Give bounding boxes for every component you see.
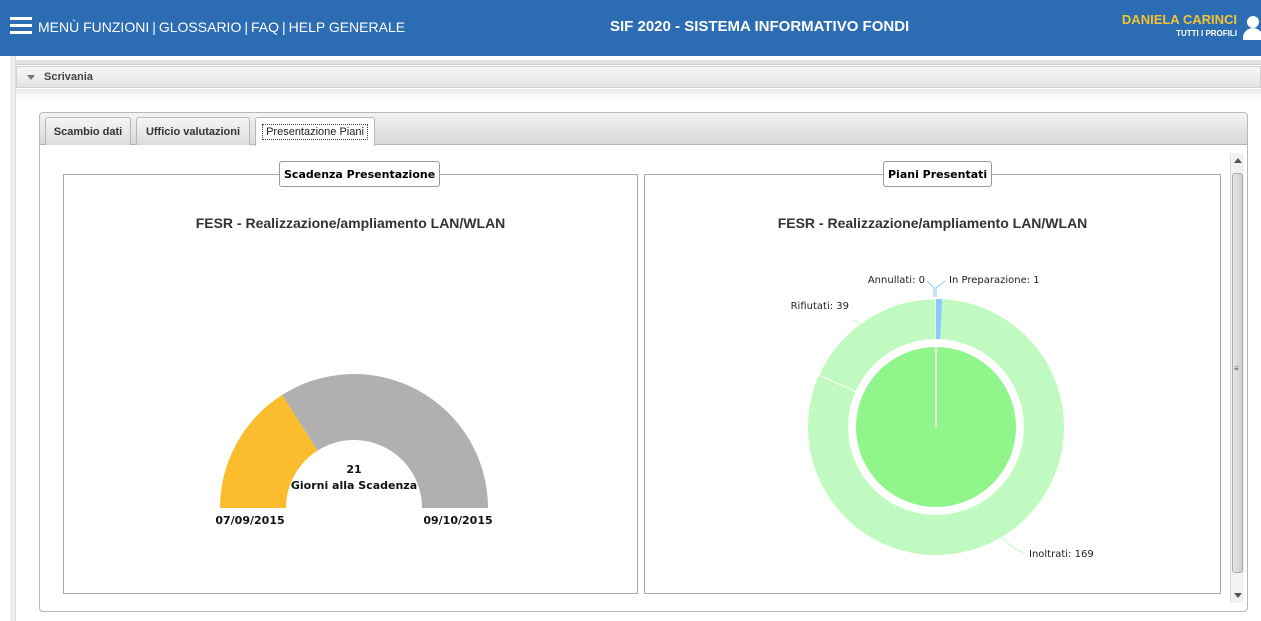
tab-presentazione-piani[interactable]: Presentazione Piani xyxy=(255,117,375,146)
tab-content: Scadenza Presentazione FESR - Realizzazi… xyxy=(40,146,1230,611)
gauge-value: 21 xyxy=(346,463,361,476)
top-header: MENÙ FUNZIONI | GLOSSARIO | FAQ | HELP GENERAL… xyxy=(0,0,1261,56)
grip-icon: ≡ xyxy=(1234,364,1239,373)
nav-glossario[interactable]: GLOSSARIO xyxy=(159,19,241,35)
tab-label: Presentazione Piani xyxy=(262,124,368,140)
scadenza-chart-box: Scadenza Presentazione FESR - Realizzazi… xyxy=(63,161,638,594)
user-name[interactable]: DANIELA CARINCI xyxy=(1122,12,1237,27)
nav-menu-funzioni[interactable]: MENÙ FUNZIONI xyxy=(38,19,149,35)
collapsed-toolbar xyxy=(16,60,1261,65)
top-navigation: MENÙ FUNZIONI | GLOSSARIO | FAQ | HELP GENERAL… xyxy=(38,19,406,35)
tab-scambio-dati[interactable]: Scambio dati xyxy=(45,117,131,145)
hamburger-menu-icon[interactable] xyxy=(10,17,32,35)
piani-chart-box: Piani Presentati FESR - Realizzazione/am… xyxy=(644,161,1221,594)
label-in-preparazione: In Preparazione: 1 xyxy=(949,275,1040,286)
section-title: Scrivania xyxy=(44,71,93,83)
connector-in-preparazione xyxy=(935,280,946,297)
label-annullati: Annullati: 0 xyxy=(868,275,925,286)
section-scrivania[interactable]: Scrivania xyxy=(16,66,1261,88)
pie-chart: Annullati: 0 In Preparazione: 1 Rifiutat… xyxy=(791,275,1094,560)
tab-ufficio-valutazioni[interactable]: Ufficio valutazioni xyxy=(136,117,250,145)
section-divider xyxy=(16,89,1261,99)
label-rifiutati: Rifiutati: 39 xyxy=(791,301,849,312)
app-title: SIF 2020 - SISTEMA INFORMATIVO FONDI xyxy=(610,18,910,35)
scrollbar-thumb[interactable] xyxy=(1232,173,1243,573)
user-icon[interactable] xyxy=(1243,16,1261,40)
nav-faq[interactable]: FAQ xyxy=(251,19,279,35)
gauge-chart: 21 Giorni alla Scadenza 07/09/2015 09/10… xyxy=(215,374,493,527)
gauge-end-date: 09/10/2015 xyxy=(423,514,492,527)
tab-panel: Scambio dati Ufficio valutazioni Present… xyxy=(39,112,1248,612)
gauge-label: Giorni alla Scadenza xyxy=(291,479,417,492)
tab-strip: Scambio dati Ufficio valutazioni Present… xyxy=(40,113,1247,146)
collapse-caret-icon[interactable] xyxy=(27,75,35,80)
connector-inoltrati xyxy=(999,536,1026,554)
vertical-scrollbar[interactable]: ≡ xyxy=(1230,153,1244,603)
left-edge-divider xyxy=(10,56,16,621)
gauge-start-date: 07/09/2015 xyxy=(215,514,284,527)
scroll-up-icon[interactable] xyxy=(1234,158,1242,163)
label-inoltrati: Inoltrati: 169 xyxy=(1029,549,1094,560)
nav-help-generale[interactable]: HELP GENERALE xyxy=(289,19,405,35)
connector-annullati xyxy=(926,280,935,297)
user-profile[interactable]: TUTTI I PROFILI xyxy=(1176,29,1237,38)
scroll-down-icon[interactable] xyxy=(1234,593,1242,598)
